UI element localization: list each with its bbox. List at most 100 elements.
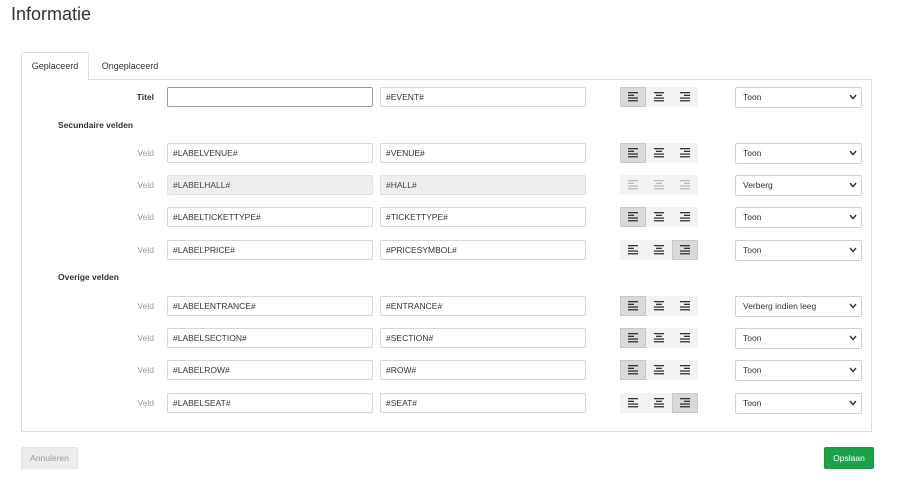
align-right-icon — [680, 180, 690, 190]
align-left-button[interactable] — [620, 87, 646, 107]
title-visibility-select[interactable]: Toon — [735, 87, 862, 108]
align-right-button[interactable] — [672, 143, 698, 163]
chevron-down-icon — [849, 303, 857, 309]
field-value-input[interactable] — [380, 175, 586, 195]
align-center-button[interactable] — [646, 207, 672, 227]
tab-geplaceerd[interactable]: Geplaceerd — [21, 52, 89, 81]
title-value-input[interactable] — [380, 87, 586, 107]
field-label-input[interactable] — [167, 240, 373, 260]
field-label-input[interactable] — [167, 143, 373, 163]
align-center-icon — [654, 333, 664, 343]
chevron-down-icon — [849, 367, 857, 373]
field-label-input[interactable] — [167, 328, 373, 348]
visibility-select[interactable]: Toon — [735, 240, 862, 261]
select-value: Verberg — [743, 180, 773, 190]
align-button-group — [620, 143, 700, 163]
align-right-icon — [680, 148, 690, 158]
align-right-button[interactable] — [672, 240, 698, 260]
align-button-group — [620, 240, 700, 260]
field-value-input[interactable] — [380, 143, 586, 163]
page-title: Informatie — [11, 4, 92, 24]
visibility-select[interactable]: Verberg — [735, 175, 862, 196]
cancel-button[interactable]: Annuleren — [21, 447, 78, 469]
align-center-button[interactable] — [646, 175, 672, 195]
field-value-input[interactable] — [380, 393, 586, 413]
visibility-select[interactable]: Toon — [735, 143, 862, 164]
chevron-down-icon — [849, 94, 857, 100]
align-right-button[interactable] — [672, 360, 698, 380]
align-right-icon — [680, 365, 690, 375]
align-left-icon — [628, 92, 638, 102]
align-left-icon — [628, 180, 638, 190]
field-row-label: Veld — [137, 212, 154, 222]
align-right-button[interactable] — [672, 175, 698, 195]
field-row-label: Veld — [137, 148, 154, 158]
align-center-button[interactable] — [646, 360, 672, 380]
align-left-icon — [628, 245, 638, 255]
align-center-button[interactable] — [646, 240, 672, 260]
field-value-input[interactable] — [380, 296, 586, 316]
field-row-label: Veld — [137, 398, 154, 408]
align-left-button[interactable] — [620, 175, 646, 195]
field-label-input[interactable] — [167, 393, 373, 413]
align-center-button[interactable] — [646, 87, 672, 107]
align-left-icon — [628, 333, 638, 343]
align-button-group — [620, 328, 700, 348]
align-button-group — [620, 393, 700, 413]
field-value-input[interactable] — [380, 240, 586, 260]
field-label-input[interactable] — [167, 296, 373, 316]
visibility-select[interactable]: Toon — [735, 207, 862, 228]
align-right-button[interactable] — [672, 328, 698, 348]
align-center-button[interactable] — [646, 143, 672, 163]
align-left-button[interactable] — [620, 240, 646, 260]
field-row-label: Veld — [137, 180, 154, 190]
field-value-input[interactable] — [380, 207, 586, 227]
field-label-input[interactable] — [167, 360, 373, 380]
align-left-icon — [628, 398, 638, 408]
visibility-select[interactable]: Toon — [735, 328, 862, 349]
save-button[interactable]: Opslaan — [824, 447, 874, 469]
chevron-down-icon — [849, 247, 857, 253]
tab-ongeplaceerd[interactable]: Ongeplaceerd — [94, 52, 166, 81]
align-right-button[interactable] — [672, 296, 698, 316]
align-left-button[interactable] — [620, 328, 646, 348]
visibility-select[interactable]: Toon — [735, 393, 862, 414]
field-row-label: Veld — [137, 301, 154, 311]
field-label-input[interactable] — [167, 175, 373, 195]
title-label-input[interactable] — [167, 87, 373, 107]
select-value: Verberg indien leeg — [743, 301, 817, 311]
align-left-icon — [628, 301, 638, 311]
align-left-button[interactable] — [620, 143, 646, 163]
select-value: Toon — [743, 398, 762, 408]
align-right-icon — [680, 92, 690, 102]
align-center-button[interactable] — [646, 296, 672, 316]
align-center-icon — [654, 148, 664, 158]
align-center-icon — [654, 92, 664, 102]
visibility-select[interactable]: Toon — [735, 360, 862, 381]
align-left-button[interactable] — [620, 393, 646, 413]
field-label-input[interactable] — [167, 207, 373, 227]
align-right-button[interactable] — [672, 87, 698, 107]
section-heading: Overige velden — [58, 272, 119, 282]
field-value-input[interactable] — [380, 328, 586, 348]
visibility-select[interactable]: Verberg indien leeg — [735, 296, 862, 317]
select-value: Toon — [743, 148, 762, 158]
section-heading: Secundaire velden — [58, 120, 134, 130]
select-value: Toon — [743, 92, 762, 102]
align-center-button[interactable] — [646, 328, 672, 348]
align-left-button[interactable] — [620, 207, 646, 227]
align-center-icon — [654, 365, 664, 375]
field-row-label: Veld — [137, 365, 154, 375]
align-left-button[interactable] — [620, 360, 646, 380]
chevron-down-icon — [849, 400, 857, 406]
align-center-button[interactable] — [646, 393, 672, 413]
align-button-group — [620, 360, 700, 380]
field-value-input[interactable] — [380, 360, 586, 380]
select-value: Toon — [743, 365, 762, 375]
align-right-button[interactable] — [672, 393, 698, 413]
align-right-button[interactable] — [672, 207, 698, 227]
select-value: Toon — [743, 333, 762, 343]
align-button-group — [620, 207, 700, 227]
align-left-button[interactable] — [620, 296, 646, 316]
title-align-group — [620, 87, 700, 107]
